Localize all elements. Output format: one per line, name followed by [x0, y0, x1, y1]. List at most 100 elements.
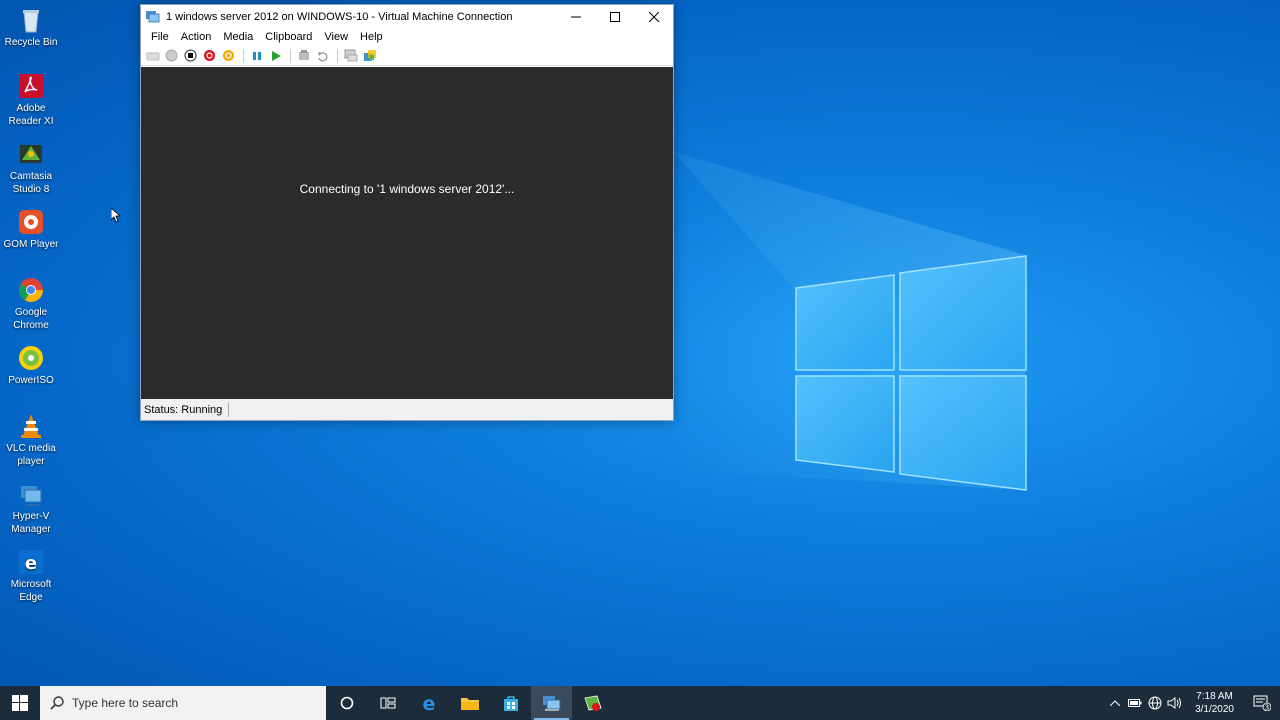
desktop-icon-poweriso[interactable]: PowerISO: [0, 344, 62, 387]
store-icon: [503, 696, 518, 711]
turn-off-button[interactable]: [182, 48, 199, 64]
minimize-button[interactable]: [556, 5, 595, 28]
save-state-button[interactable]: [220, 48, 237, 64]
taskbar-vm-connection[interactable]: [531, 686, 572, 720]
minimize-icon: [570, 16, 581, 17]
svg-text:e: e: [422, 694, 435, 712]
menu-help[interactable]: Help: [354, 31, 389, 43]
maximize-button[interactable]: [595, 5, 634, 28]
battery-button[interactable]: [1125, 686, 1145, 720]
camtasia-icon: [17, 140, 45, 168]
poweriso-icon: [17, 344, 45, 372]
desktop-icon-camtasia[interactable]: Camtasia Studio 8: [0, 140, 62, 196]
vm-connection-icon: [146, 10, 160, 22]
desktop-icon-gom-player[interactable]: GOM Player: [0, 208, 62, 251]
system-tray: 7:18 AM 3/1/2020 3: [1105, 686, 1280, 720]
taskbar-edge[interactable]: e: [408, 686, 449, 720]
edge-icon: e: [422, 694, 435, 712]
start-vm-button[interactable]: [163, 48, 180, 64]
clock-date: 3/1/2020: [1195, 704, 1234, 715]
desktop-icon-hyper-v-manager[interactable]: Hyper-V Manager: [0, 480, 62, 536]
svg-text:e: e: [25, 553, 37, 574]
vm-status: Status: Running: [144, 403, 223, 416]
speaker-icon: [1167, 697, 1182, 709]
pause-button[interactable]: [248, 48, 265, 64]
start-button[interactable]: [0, 686, 40, 720]
window-title: 1 windows server 2012 on WINDOWS-10 - Vi…: [166, 10, 513, 23]
gom-player-icon: [17, 208, 45, 236]
clock[interactable]: 7:18 AM 3/1/2020: [1185, 690, 1244, 716]
checkpoint-icon: [298, 50, 309, 60]
start-circle-icon: [165, 49, 178, 62]
taskbar: Type here to search e 7:18 AM 3/1/2020 3: [0, 686, 1280, 720]
menu-file[interactable]: File: [145, 31, 175, 43]
globe-icon: [1148, 696, 1162, 710]
close-button[interactable]: [634, 5, 673, 28]
task-view-button[interactable]: [367, 686, 408, 720]
show-hidden-icons-button[interactable]: [1105, 686, 1125, 720]
taskbar-file-explorer[interactable]: [449, 686, 490, 720]
connecting-message: Connecting to '1 windows server 2012'...: [299, 182, 515, 196]
cortana-button[interactable]: [326, 686, 367, 720]
search-icon: [50, 696, 64, 710]
cortana-circle-icon: [340, 696, 353, 710]
recycle-bin-icon: [17, 6, 45, 34]
share-button[interactable]: [361, 48, 378, 64]
menu-action[interactable]: Action: [175, 31, 218, 43]
window-title-bar[interactable]: 1 windows server 2012 on WINDOWS-10 - Vi…: [141, 5, 673, 28]
taskbar-search-box[interactable]: Type here to search: [40, 686, 326, 720]
adobe-reader-icon: [17, 72, 45, 100]
stop-icon: [184, 49, 197, 62]
camtasia-icon: [583, 695, 602, 711]
enhanced-session-button[interactable]: [342, 48, 359, 64]
battery-icon: [1128, 699, 1142, 707]
pause-icon: [252, 51, 261, 60]
menu-clipboard[interactable]: Clipboard: [259, 31, 318, 43]
taskbar-store[interactable]: [490, 686, 531, 720]
menu-view[interactable]: View: [318, 31, 354, 43]
vm-toolbar: [141, 46, 673, 66]
checkpoint-button[interactable]: [295, 48, 312, 64]
clock-time: 7:18 AM: [1196, 691, 1233, 702]
share-icon: [363, 50, 376, 61]
volume-button[interactable]: [1165, 686, 1185, 720]
mouse-cursor-icon: [111, 208, 121, 223]
resume-button[interactable]: [267, 48, 284, 64]
close-icon: [648, 11, 659, 22]
maximize-icon: [609, 11, 620, 22]
task-view-icon: [380, 697, 395, 709]
shut-down-button[interactable]: [201, 48, 218, 64]
play-icon: [271, 50, 281, 61]
menu-media[interactable]: Media: [217, 31, 259, 43]
ctrl-alt-del-button[interactable]: [144, 48, 161, 64]
vm-screen[interactable]: Connecting to '1 windows server 2012'...: [141, 67, 673, 400]
menu-bar: File Action Media Clipboard View Help: [141, 28, 673, 46]
revert-icon: [317, 51, 327, 61]
desktop-icon-recycle-bin[interactable]: Recycle Bin: [0, 6, 62, 49]
hyper-v-icon: [17, 480, 45, 508]
notification-count: 3: [1265, 704, 1269, 712]
enhanced-session-icon: [344, 49, 357, 62]
shutdown-icon: [204, 50, 215, 61]
vm-connection-window[interactable]: 1 windows server 2012 on WINDOWS-10 - Vi…: [140, 4, 674, 421]
desktop-icon-adobe-reader[interactable]: Adobe Reader XI: [0, 72, 62, 128]
desktop-icon-vlc[interactable]: VLC media player: [0, 412, 62, 468]
chevron-up-icon: [1110, 700, 1121, 706]
status-bar: Status: Running: [141, 399, 673, 420]
windows-start-icon: [12, 695, 28, 711]
folder-icon: [460, 698, 479, 710]
keyboard-icon: [146, 52, 159, 60]
vlc-cone-icon: [17, 412, 45, 440]
taskbar-camtasia[interactable]: [572, 686, 613, 720]
action-center-button[interactable]: 3: [1244, 686, 1280, 720]
vm-connection-icon: [542, 696, 560, 711]
desktop-icon-google-chrome[interactable]: Google Chrome: [0, 276, 62, 332]
notification-icon: 3: [1253, 695, 1271, 711]
edge-icon: e: [17, 548, 45, 576]
save-state-icon: [223, 50, 234, 61]
search-placeholder: Type here to search: [72, 696, 179, 710]
desktop-icon-microsoft-edge[interactable]: e Microsoft Edge: [0, 548, 62, 604]
chrome-icon: [17, 276, 45, 304]
revert-button[interactable]: [314, 48, 331, 64]
network-button[interactable]: [1145, 686, 1165, 720]
